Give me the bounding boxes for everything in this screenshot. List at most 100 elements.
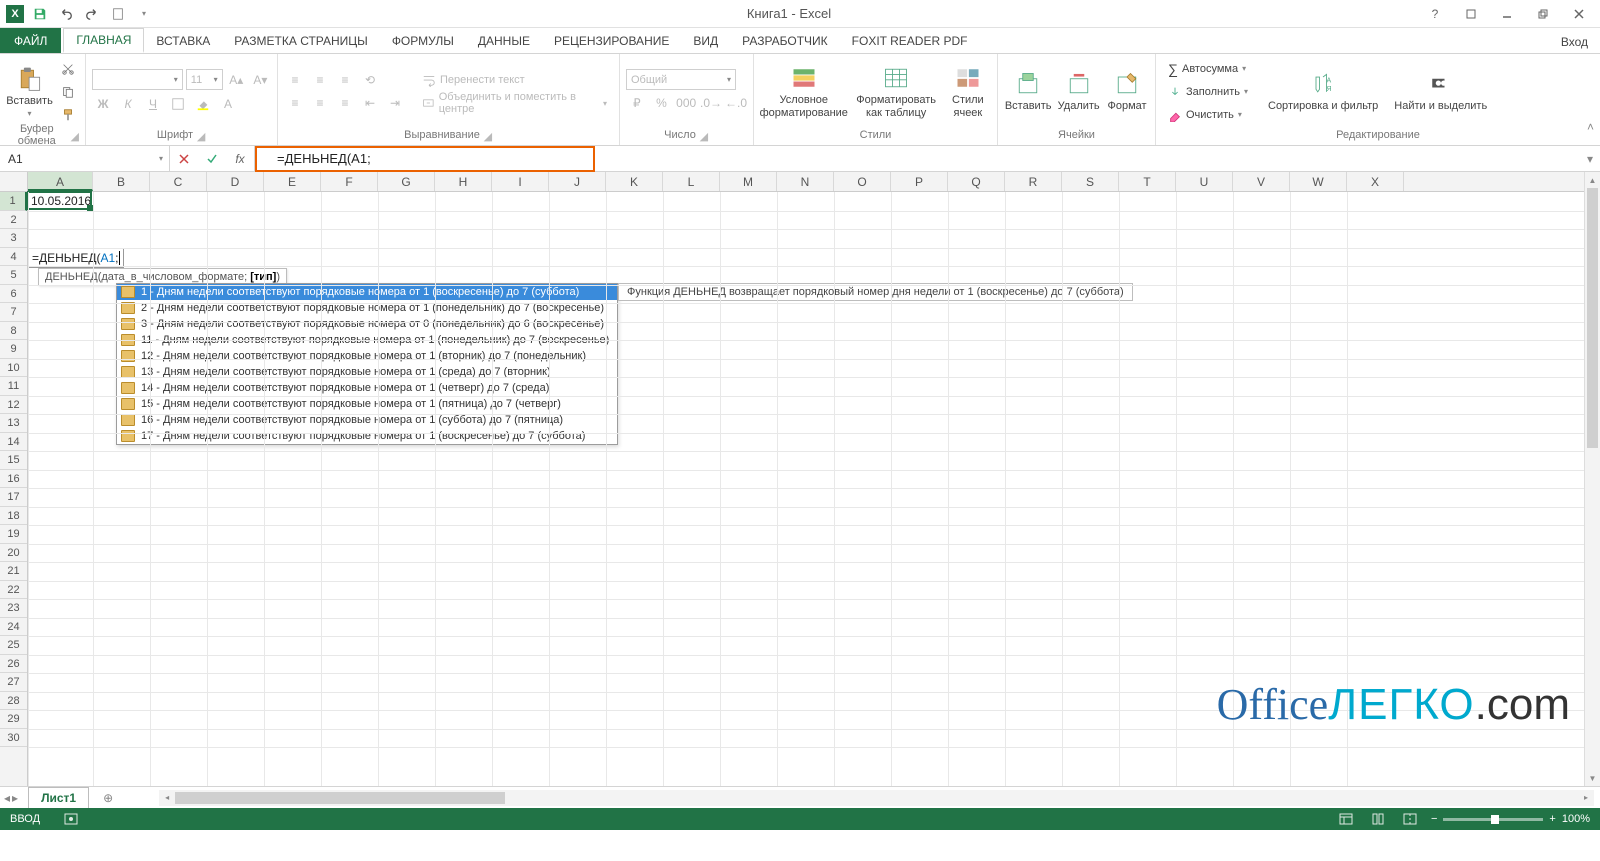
select-all-corner[interactable] — [0, 172, 28, 192]
autosum-button[interactable]: ∑Автосумма▾ — [1162, 58, 1258, 80]
chevron-down-icon[interactable]: ▾ — [159, 154, 163, 163]
zoom-in-icon[interactable]: + — [1549, 813, 1555, 825]
col-header[interactable]: G — [378, 172, 435, 191]
align-top-icon[interactable]: ≡ — [284, 69, 306, 91]
tab-разметка страницы[interactable]: РАЗМЕТКА СТРАНИЦЫ — [222, 28, 380, 53]
col-header[interactable]: X — [1347, 172, 1404, 191]
view-page-break-icon[interactable] — [1399, 810, 1421, 828]
dropdown-item[interactable]: 17 - Дням недели соответствуют порядковы… — [117, 428, 617, 444]
close-button[interactable] — [1562, 3, 1596, 25]
cancel-formula-button[interactable] — [170, 153, 198, 165]
col-header[interactable]: F — [321, 172, 378, 191]
undo-button[interactable] — [56, 4, 76, 24]
decrease-font-icon[interactable]: A▾ — [250, 69, 271, 91]
col-header[interactable]: H — [435, 172, 492, 191]
row-header[interactable]: 22 — [0, 581, 27, 600]
weekday-type-dropdown[interactable]: 1 - Дням недели соответствуют порядковые… — [116, 283, 618, 445]
conditional-formatting-button[interactable]: Условное форматирование — [760, 62, 848, 120]
col-header[interactable]: V — [1233, 172, 1290, 191]
zoom-out-icon[interactable]: − — [1431, 813, 1437, 825]
row-header[interactable]: 26 — [0, 655, 27, 674]
col-header[interactable]: I — [492, 172, 549, 191]
cell-styles-button[interactable]: Стили ячеек — [945, 62, 991, 120]
name-box-input[interactable] — [6, 151, 159, 167]
align-left-icon[interactable]: ≡ — [284, 92, 306, 114]
delete-cells-button[interactable]: Удалить — [1056, 68, 1101, 114]
font-color-button[interactable]: A — [217, 93, 239, 115]
row-header[interactable]: 23 — [0, 599, 27, 618]
col-header[interactable]: U — [1176, 172, 1233, 191]
scroll-right-icon[interactable]: ▸ — [1578, 793, 1594, 802]
currency-icon[interactable]: ₽ — [626, 92, 648, 114]
merge-center-button[interactable]: Объединить и поместить в центре▾ — [416, 92, 613, 114]
row-header[interactable]: 30 — [0, 729, 27, 748]
tab-рецензирование[interactable]: РЕЦЕНЗИРОВАНИЕ — [542, 28, 681, 53]
font-name-combo[interactable]: ▾ — [92, 69, 183, 90]
paste-button[interactable]: Вставить ▾ — [6, 63, 53, 120]
align-right-icon[interactable]: ≡ — [334, 92, 356, 114]
row-header[interactable]: 28 — [0, 692, 27, 711]
insert-function-button[interactable]: fx — [226, 152, 254, 166]
fill-button[interactable]: Заполнить▾ — [1162, 81, 1258, 103]
row-header[interactable]: 8 — [0, 322, 27, 341]
horizontal-scrollbar[interactable]: ◂ ▸ — [159, 790, 1594, 806]
find-select-button[interactable]: Найти и выделить — [1388, 68, 1493, 114]
sheet-nav-prev-icon[interactable]: ◂ — [4, 791, 10, 805]
scroll-left-icon[interactable]: ◂ — [159, 793, 175, 802]
touch-mode-button[interactable] — [108, 4, 128, 24]
formula-input[interactable] — [255, 146, 1580, 171]
tab-вставка[interactable]: ВСТАВКА — [144, 28, 222, 53]
insert-cells-button[interactable]: Вставить — [1004, 68, 1052, 114]
col-header[interactable]: D — [207, 172, 264, 191]
row-header[interactable]: 6 — [0, 285, 27, 304]
zoom-control[interactable]: − + 100% — [1431, 813, 1590, 825]
align-center-icon[interactable]: ≡ — [309, 92, 331, 114]
row-header[interactable]: 29 — [0, 710, 27, 729]
italic-button[interactable]: К — [117, 93, 139, 115]
qat-dropdown-icon[interactable]: ▾ — [134, 4, 154, 24]
format-cells-button[interactable]: Формат — [1105, 68, 1149, 114]
font-size-combo[interactable]: 11▾ — [186, 69, 223, 90]
zoom-slider[interactable] — [1443, 818, 1543, 821]
format-as-table-button[interactable]: Форматировать как таблицу — [852, 62, 941, 120]
comma-icon[interactable]: 000 — [675, 92, 697, 114]
vertical-scrollbar[interactable]: ▲ ▼ — [1584, 172, 1600, 786]
col-header[interactable]: T — [1119, 172, 1176, 191]
zoom-value[interactable]: 100% — [1562, 813, 1590, 825]
row-header[interactable]: 15 — [0, 451, 27, 470]
view-page-layout-icon[interactable] — [1367, 810, 1389, 828]
row-headers[interactable]: 1234567891011121314151617181920212223242… — [0, 192, 28, 786]
scroll-down-icon[interactable]: ▼ — [1585, 770, 1600, 786]
col-header[interactable]: C — [150, 172, 207, 191]
underline-button[interactable]: Ч — [142, 93, 164, 115]
align-bottom-icon[interactable]: ≡ — [334, 69, 356, 91]
tab-главная[interactable]: ГЛАВНАЯ — [63, 28, 144, 53]
collapse-ribbon-icon[interactable]: ˄ — [1587, 120, 1594, 134]
scroll-up-icon[interactable]: ▲ — [1585, 172, 1600, 188]
border-button[interactable] — [167, 93, 189, 115]
sheet-tab-active[interactable]: Лист1 — [28, 787, 89, 808]
save-button[interactable] — [30, 4, 50, 24]
orientation-icon[interactable]: ⟲ — [359, 69, 381, 91]
macro-record-icon[interactable] — [60, 810, 82, 828]
row-header[interactable]: 19 — [0, 525, 27, 544]
col-header[interactable]: J — [549, 172, 606, 191]
dropdown-item[interactable]: 14 - Дням недели соответствуют порядковы… — [117, 380, 617, 396]
tab-формулы[interactable]: ФОРМУЛЫ — [380, 28, 466, 53]
dropdown-item[interactable]: 3 - Дням недели соответствуют порядковые… — [117, 316, 617, 332]
fill-color-button[interactable] — [192, 93, 214, 115]
launcher-icon[interactable]: ◢ — [71, 130, 79, 140]
scroll-thumb[interactable] — [1587, 188, 1598, 448]
row-header[interactable]: 1 — [0, 192, 27, 211]
row-header[interactable]: 16 — [0, 470, 27, 489]
col-header[interactable]: E — [264, 172, 321, 191]
view-normal-icon[interactable] — [1335, 810, 1357, 828]
row-header[interactable]: 17 — [0, 488, 27, 507]
tab-данные[interactable]: ДАННЫЕ — [466, 28, 542, 53]
row-header[interactable]: 27 — [0, 673, 27, 692]
row-header[interactable]: 24 — [0, 618, 27, 637]
row-header[interactable]: 20 — [0, 544, 27, 563]
dropdown-item[interactable]: 1 - Дням недели соответствуют порядковые… — [117, 284, 617, 300]
col-header[interactable]: B — [93, 172, 150, 191]
copy-button[interactable] — [57, 81, 79, 103]
